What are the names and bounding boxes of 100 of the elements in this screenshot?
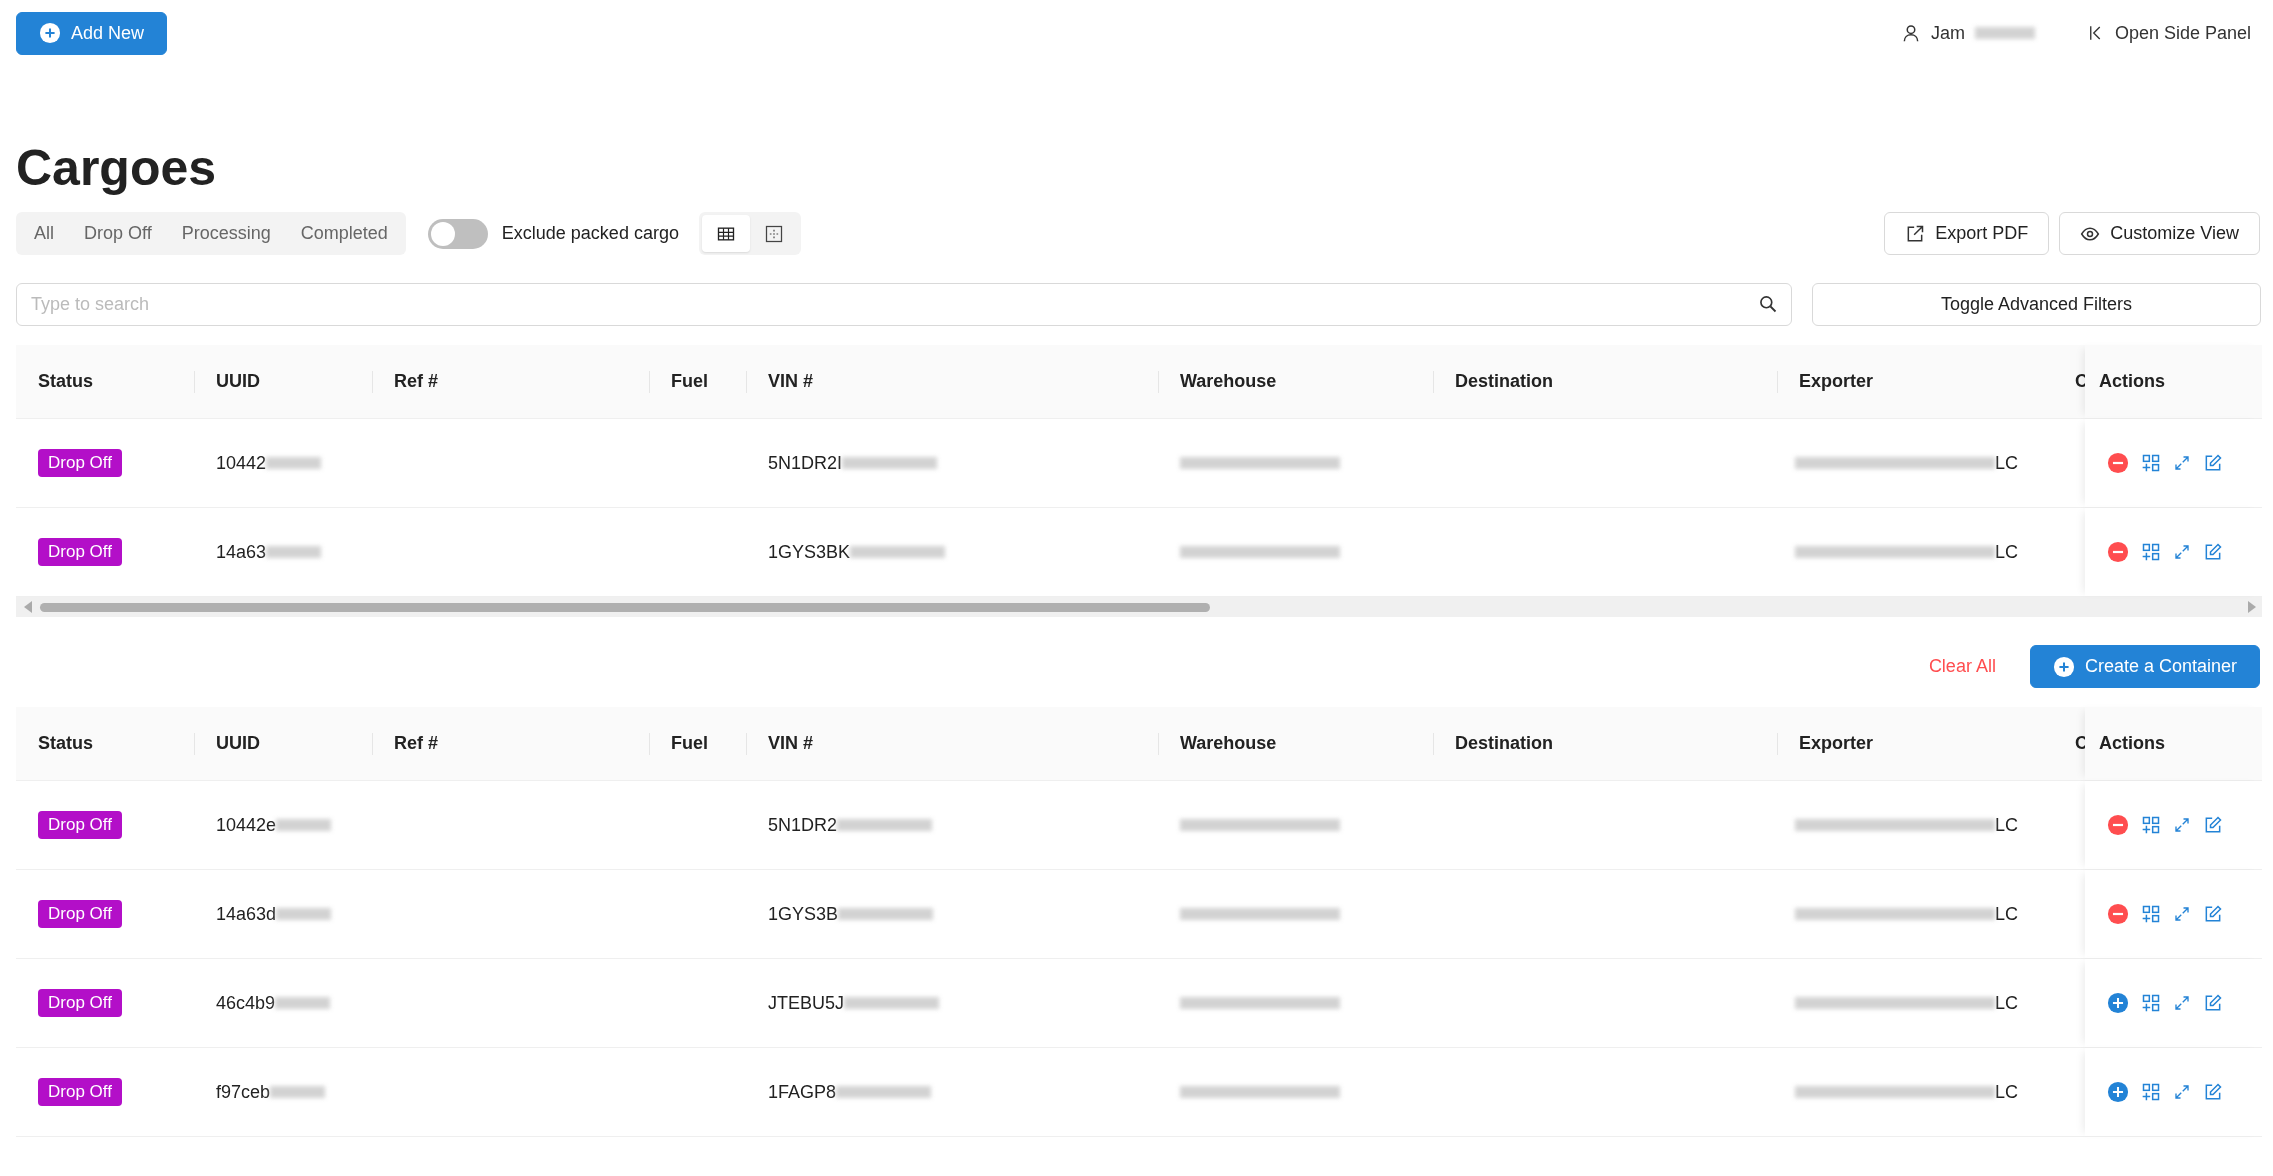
status-tab[interactable]: Completed [285,215,403,252]
expand-icon [2173,905,2191,923]
horizontal-scrollbar[interactable] [16,597,2262,617]
add-new-button[interactable]: Add New [16,11,168,55]
page-title: Cargoes [16,139,218,198]
add-to-group-button[interactable] [2141,542,2161,562]
table-cell: 10442e [216,814,277,836]
remove-icon [2107,541,2129,563]
table-cell: LC [1995,814,2018,836]
table-view-button[interactable] [701,215,750,252]
edit-icon [2203,1082,2223,1102]
add-to-group-button[interactable] [2141,815,2161,835]
grid-plus-icon [2141,453,2161,473]
column-header: Destination [1455,371,1553,392]
expand-button[interactable] [2173,905,2191,923]
edit-icon [2203,904,2223,924]
status-tab[interactable]: Drop Off [69,215,167,252]
expand-button[interactable] [2173,1083,2191,1101]
expand-icon [2173,543,2191,561]
add-button[interactable] [2107,992,2129,1014]
column-header: Actions [2099,371,2165,392]
edit-button[interactable] [2203,1082,2223,1102]
advanced-filters-button[interactable]: Toggle Advanced Filters [1812,283,2261,326]
column-header: Fuel [671,733,708,754]
expand-button[interactable] [2173,994,2191,1012]
table-cell: 1FAGP8 [768,1081,837,1103]
column-header: Destination [1455,733,1553,754]
status-badge: Drop Off [38,900,122,928]
remove-button[interactable] [2107,541,2129,563]
column-header: VIN # [768,733,814,754]
grid-plus-icon [2141,904,2161,924]
create-container-button[interactable]: Create a Container [2029,645,2260,688]
blurred-text [1974,27,2035,39]
status-badge: Drop Off [38,449,122,477]
table-cell: 46c4b9 [216,992,276,1014]
table-cell: LC [1995,452,2018,474]
status-badge: Drop Off [38,1078,122,1106]
grid-plus-icon [2141,1082,2161,1102]
edit-button[interactable] [2203,904,2223,924]
edit-button[interactable] [2203,542,2223,562]
blurred-text [276,819,332,831]
column-header: Warehouse [1180,371,1277,392]
edit-button[interactable] [2203,993,2223,1013]
table-cell: 14a63d [216,903,277,925]
plus-circle-icon [2052,655,2075,678]
status-tab[interactable]: All [19,215,69,252]
table-cell: 1GYS3B [768,903,839,925]
clear-all-button[interactable]: Clear All [1928,656,1996,677]
blurred-text [266,546,322,558]
column-header: Status [38,371,93,392]
expand-icon [2173,816,2191,834]
column-header: Fuel [671,371,708,392]
plus-circle-icon [39,22,61,44]
customize-view-button[interactable]: Customize View [2059,212,2260,255]
status-badge: Drop Off [38,538,122,566]
edit-icon [2203,542,2223,562]
table-cell: 10442 [216,452,267,474]
add-to-group-button[interactable] [2141,904,2161,924]
column-header: Status [38,733,93,754]
grid-plus-icon [2141,993,2161,1013]
remove-icon [2107,452,2129,474]
user-menu[interactable]: Jam [1900,22,2035,44]
remove-button[interactable] [2107,903,2129,925]
add-button[interactable] [2107,1081,2129,1103]
expand-button[interactable] [2173,543,2191,561]
remove-button[interactable] [2107,814,2129,836]
grid-plus-icon [2141,815,2161,835]
table-cell: JTEBU5J [768,992,845,1014]
status-tab[interactable]: Processing [166,215,286,252]
expand-button[interactable] [2173,816,2191,834]
export-icon [1905,223,1926,244]
toggle-label: Exclude packed cargo [501,223,679,244]
export-pdf-button[interactable]: Export PDF [1884,212,2050,255]
table-cell: f97ceb [216,1081,271,1103]
add-to-group-button[interactable] [2141,1082,2161,1102]
table-cell: LC [1995,903,2018,925]
column-header: Exporter [1799,733,1874,754]
open-side-panel-button[interactable]: Open Side Panel [2086,22,2251,44]
add-to-group-button[interactable] [2141,453,2161,473]
column-header: VIN # [768,371,814,392]
remove-button[interactable] [2107,452,2129,474]
expand-icon [2173,994,2191,1012]
blurred-text [266,457,322,469]
column-header: Ref # [394,733,438,754]
edit-button[interactable] [2203,815,2223,835]
edit-button[interactable] [2203,453,2223,473]
column-header: Actions [2099,733,2165,754]
search-field[interactable]: Type to search [16,283,1792,326]
search-icon [1758,294,1778,314]
toggle-switch[interactable] [427,218,488,249]
expand-icon [2173,454,2191,472]
column-header: Exporter [1799,371,1874,392]
status-badge: Drop Off [38,811,122,839]
add-icon [2107,1081,2129,1103]
expand-icon [2173,1083,2191,1101]
add-to-group-button[interactable] [2141,993,2161,1013]
edit-icon [2203,453,2223,473]
column-header: Warehouse [1180,733,1277,754]
expand-button[interactable] [2173,454,2191,472]
dotted-grid-icon [763,223,784,244]
